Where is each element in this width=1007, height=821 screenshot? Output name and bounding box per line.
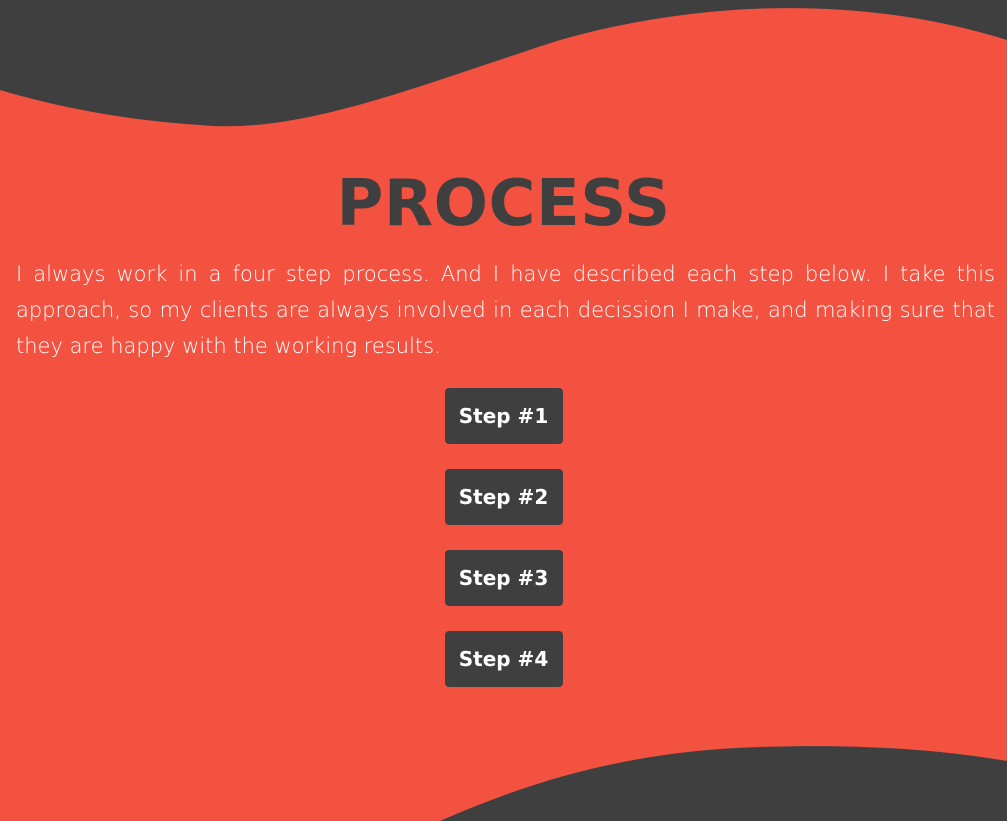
process-section: PROCESS I always work in a four step pro…: [0, 0, 1007, 821]
steps-list: Step #1 Step #2 Step #3 Step #4: [0, 388, 1007, 712]
step-4-button[interactable]: Step #4: [444, 631, 563, 687]
step-1-button[interactable]: Step #1: [444, 388, 563, 444]
step-3-button[interactable]: Step #3: [444, 550, 563, 606]
section-title: PROCESS: [336, 167, 671, 241]
intro-paragraph: I always work in a four step process. An…: [16, 262, 995, 358]
step-2-button[interactable]: Step #2: [444, 469, 563, 525]
